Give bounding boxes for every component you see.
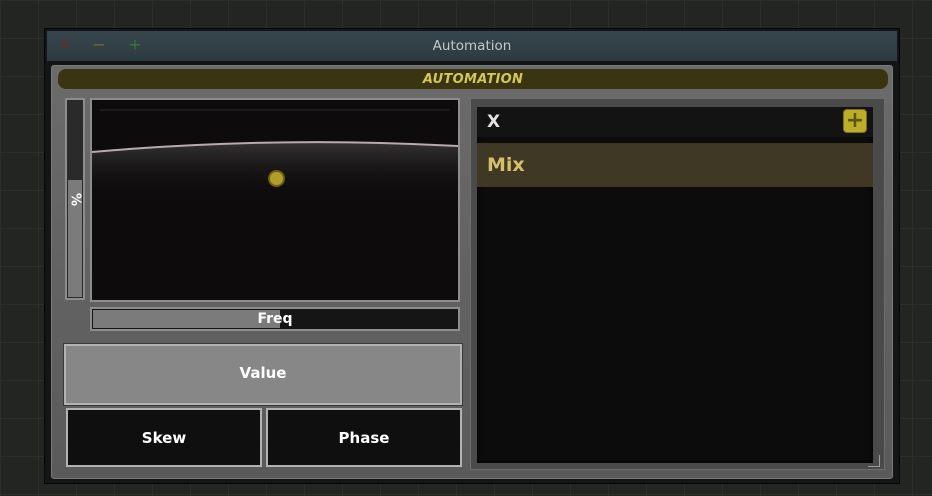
parameter-list-panel: X + Mix (470, 98, 885, 470)
xy-pad[interactable] (90, 98, 460, 302)
section-header: AUTOMATION (58, 69, 888, 89)
skew-button-label: Skew (141, 429, 187, 447)
percent-slider[interactable]: % (65, 98, 85, 300)
automation-window: ✕ − + Automation AUTOMATION % Freq Value… (44, 28, 900, 484)
section-header-label: AUTOMATION (422, 72, 524, 87)
axis-label: X (487, 112, 501, 132)
value-button[interactable]: Value (63, 343, 463, 406)
freq-slider-label: Freq (257, 311, 293, 327)
automation-panel: AUTOMATION % Freq Value Skew Phase X + M… (51, 65, 893, 479)
skew-button[interactable]: Skew (66, 408, 262, 467)
parameter-list: X + Mix (477, 107, 873, 463)
value-button-label: Value (239, 364, 287, 382)
list-item-label: Mix (487, 154, 525, 176)
plus-icon[interactable]: + (843, 109, 867, 133)
title-bar[interactable]: ✕ − + Automation (47, 31, 897, 61)
automation-curve (92, 109, 458, 200)
xy-pad-handle[interactable] (268, 170, 285, 187)
parameter-list-header: X + (477, 107, 873, 137)
freq-slider[interactable]: Freq (90, 307, 460, 331)
phase-button-label: Phase (338, 429, 390, 447)
resize-handle-icon[interactable] (868, 455, 880, 467)
list-item[interactable]: Mix (477, 143, 873, 187)
window-title: Automation (432, 38, 512, 54)
phase-button[interactable]: Phase (266, 408, 462, 467)
percent-slider-label: % (67, 192, 83, 207)
